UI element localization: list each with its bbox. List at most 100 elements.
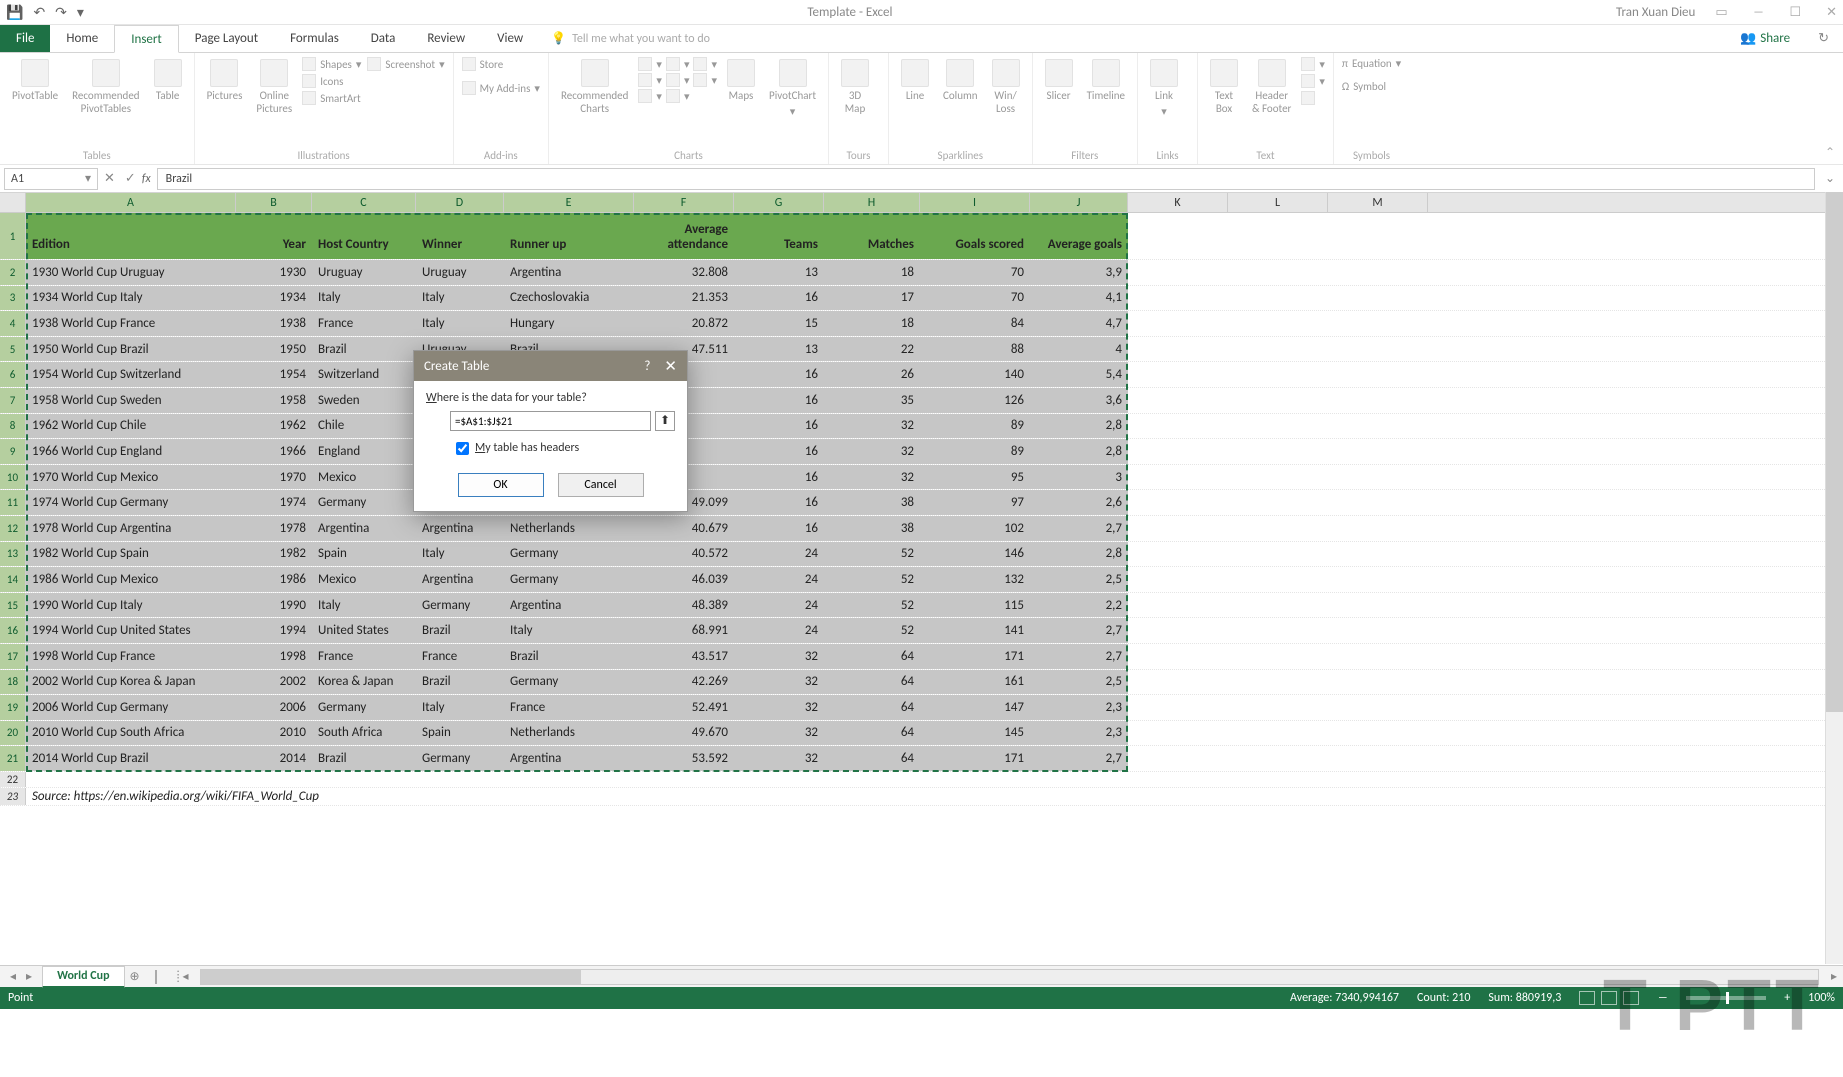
cell[interactable]: Spain [416,721,504,746]
cell[interactable]: 1966 World Cup England [26,439,236,464]
cell[interactable] [1128,516,1228,541]
tab-scroll-right-icon[interactable]: ▸ [1825,969,1843,984]
cell[interactable] [1228,593,1328,618]
recommended-pivottables-button[interactable]: Recommended PivotTables [68,57,143,117]
tab-page-layout[interactable]: Page Layout [179,25,274,52]
cell[interactable]: Czechoslovakia [504,286,634,311]
cell[interactable]: 26 [824,362,920,387]
cell[interactable]: 64 [824,695,920,720]
cell[interactable]: 68.991 [634,618,734,643]
sparkline-line-button[interactable]: Line [897,57,933,105]
cell[interactable]: 42.269 [634,670,734,695]
range-picker-icon[interactable]: ⬆ [655,411,675,431]
cell[interactable]: France [504,695,634,720]
cell[interactable]: 52 [824,567,920,592]
header-cell[interactable]: Runner up [504,213,634,259]
cell[interactable]: 2,3 [1030,721,1128,746]
history-icon[interactable]: ↻ [1804,25,1843,52]
cell[interactable]: 64 [824,721,920,746]
pictures-button[interactable]: Pictures [203,57,247,105]
row-header[interactable]: 14 [0,567,26,592]
header-cell[interactable]: Host Country [312,213,416,259]
cell[interactable]: 1982 World Cup Spain [26,542,236,567]
cell[interactable]: Hungary [504,311,634,336]
cell[interactable] [1328,772,1428,787]
cell[interactable]: Brazil [312,746,416,771]
cell[interactable] [1128,388,1228,413]
cell[interactable]: 2002 [236,670,312,695]
cell[interactable] [1228,670,1328,695]
cell[interactable] [1228,311,1328,336]
view-page-layout-icon[interactable] [1601,991,1617,1005]
cell[interactable]: United States [312,618,416,643]
chart-type-1[interactable]: ▾ ▾ ▾ [638,57,717,71]
cell[interactable]: 52 [824,618,920,643]
cell[interactable] [1328,746,1428,771]
column-header-C[interactable]: C [312,193,416,212]
store-button[interactable]: Store [462,57,540,71]
equation-button[interactable]: π Equation ▾ [1342,57,1401,70]
user-name[interactable]: Tran Xuan Dieu [1616,5,1695,20]
cell[interactable]: 4 [1030,337,1128,362]
cell[interactable] [1328,644,1428,669]
cell[interactable]: England [312,439,416,464]
header-footer-button[interactable]: Header & Footer [1248,57,1295,117]
cell[interactable]: 17 [824,286,920,311]
cell[interactable]: 49.670 [634,721,734,746]
cell[interactable]: Sweden [312,388,416,413]
cell[interactable]: 38 [824,516,920,541]
cell[interactable]: Brazil [416,618,504,643]
column-header-F[interactable]: F [634,193,734,212]
cell[interactable]: Brazil [312,337,416,362]
cell[interactable]: Italy [504,618,634,643]
cell[interactable]: 1930 [236,260,312,285]
cell[interactable] [1328,286,1428,311]
view-normal-icon[interactable] [1579,991,1595,1005]
cell[interactable] [1328,593,1428,618]
cell[interactable]: 2,5 [1030,670,1128,695]
select-all-corner[interactable] [0,193,26,212]
cell[interactable]: 84 [920,311,1030,336]
cell[interactable] [1228,644,1328,669]
cell[interactable] [1128,772,1228,787]
my-addins-button[interactable]: My Add-ins ▾ [462,81,540,95]
ok-button[interactable]: OK [458,473,544,497]
cell[interactable] [1128,644,1228,669]
column-header-E[interactable]: E [504,193,634,212]
cell[interactable] [1328,362,1428,387]
expand-formula-icon[interactable]: ⌄ [1821,171,1839,186]
row-header[interactable]: 17 [0,644,26,669]
row-header[interactable]: 19 [0,695,26,720]
cell[interactable]: 16 [734,362,824,387]
cancel-formula-icon[interactable]: ✕ [104,171,115,186]
cell[interactable]: 1938 World Cup France [26,311,236,336]
new-sheet-button[interactable]: ⊕ [125,969,145,984]
row-header[interactable]: 16 [0,618,26,643]
cell[interactable] [1228,414,1328,439]
cancel-button[interactable]: Cancel [558,473,644,497]
textbox-button[interactable]: Text Box [1206,57,1242,117]
cell[interactable] [1228,286,1328,311]
cell[interactable] [1328,721,1428,746]
cell[interactable]: Italy [416,286,504,311]
tell-me[interactable]: 💡 Tell me what you want to do [539,25,722,52]
cell[interactable]: Italy [416,542,504,567]
maps-button[interactable]: Maps [723,57,759,105]
cell[interactable] [1228,542,1328,567]
cell[interactable]: 13 [734,260,824,285]
cell[interactable] [1128,260,1228,285]
cell[interactable]: Argentina [504,260,634,285]
tab-formulas[interactable]: Formulas [274,25,355,52]
cell[interactable]: 16 [734,414,824,439]
zoom-level[interactable]: 100% [1808,991,1835,1005]
cell[interactable]: 1998 World Cup France [26,644,236,669]
cell[interactable] [236,772,312,787]
cell[interactable]: France [416,644,504,669]
cell[interactable] [1128,618,1228,643]
headers-checkbox[interactable] [456,442,469,455]
cell[interactable] [1328,439,1428,464]
cell[interactable]: Brazil [416,670,504,695]
cell[interactable]: 88 [920,337,1030,362]
cell[interactable] [1128,286,1228,311]
row-header[interactable]: 23 [0,788,26,805]
